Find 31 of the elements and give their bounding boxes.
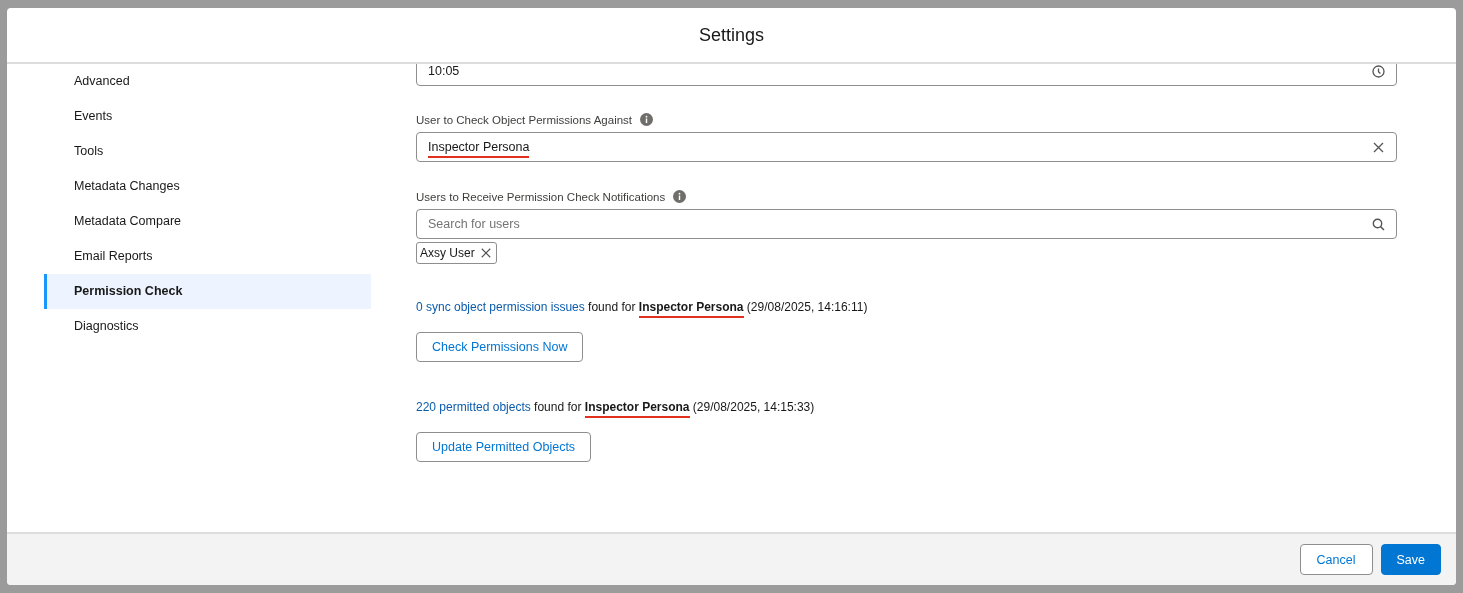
sidebar-item[interactable]: Advanced bbox=[44, 64, 371, 99]
info-icon bbox=[673, 190, 687, 203]
user-pill: Axsy User bbox=[416, 242, 497, 264]
sidebar-item[interactable]: Permission Check bbox=[44, 274, 371, 309]
time-field[interactable]: 10:05 bbox=[416, 64, 1397, 86]
save-button[interactable]: Save bbox=[1380, 544, 1441, 575]
sidebar-item[interactable]: Tools bbox=[44, 134, 371, 169]
action-button[interactable]: Update Permitted Objects bbox=[416, 432, 592, 462]
result-link[interactable]: 0 sync object permission issues bbox=[416, 300, 585, 314]
result-link[interactable]: 220 permitted objects bbox=[416, 400, 531, 414]
info-icon bbox=[640, 113, 654, 126]
result-text: 220 permitted objects found for Inspector Persona (29/08/2025, 14:15:33) bbox=[416, 400, 1397, 418]
field-label: Users to Receive Permission Check Notifications bbox=[416, 190, 666, 203]
time-value: 10:05 bbox=[428, 64, 460, 80]
clear-icon[interactable] bbox=[1372, 140, 1385, 154]
action-button[interactable]: Check Permissions Now bbox=[416, 332, 584, 362]
search-icon bbox=[1372, 217, 1385, 231]
sidebar-item[interactable]: Events bbox=[44, 99, 371, 134]
sidebar-item[interactable]: Metadata Changes bbox=[44, 169, 371, 204]
search-field[interactable]: Search for users bbox=[416, 209, 1397, 239]
user-field[interactable]: Inspector Persona bbox=[416, 132, 1397, 162]
result-text: 0 sync object permission issues found for Inspector Persona (29/08/2025, 14:16:11) bbox=[416, 300, 1397, 318]
field-label: User to Check Object Permissions Against bbox=[416, 113, 633, 126]
cancel-button[interactable]: Cancel bbox=[1299, 544, 1373, 575]
sidebar-item[interactable]: Diagnostics bbox=[44, 309, 371, 344]
user-value: Inspector Persona bbox=[428, 136, 530, 158]
modal-title: Settings bbox=[698, 24, 764, 46]
clock-icon bbox=[1372, 64, 1385, 78]
sidebar-item[interactable]: Metadata Compare bbox=[44, 204, 371, 239]
remove-icon[interactable] bbox=[480, 248, 491, 258]
sidebar-item[interactable]: Email Reports bbox=[44, 239, 371, 274]
